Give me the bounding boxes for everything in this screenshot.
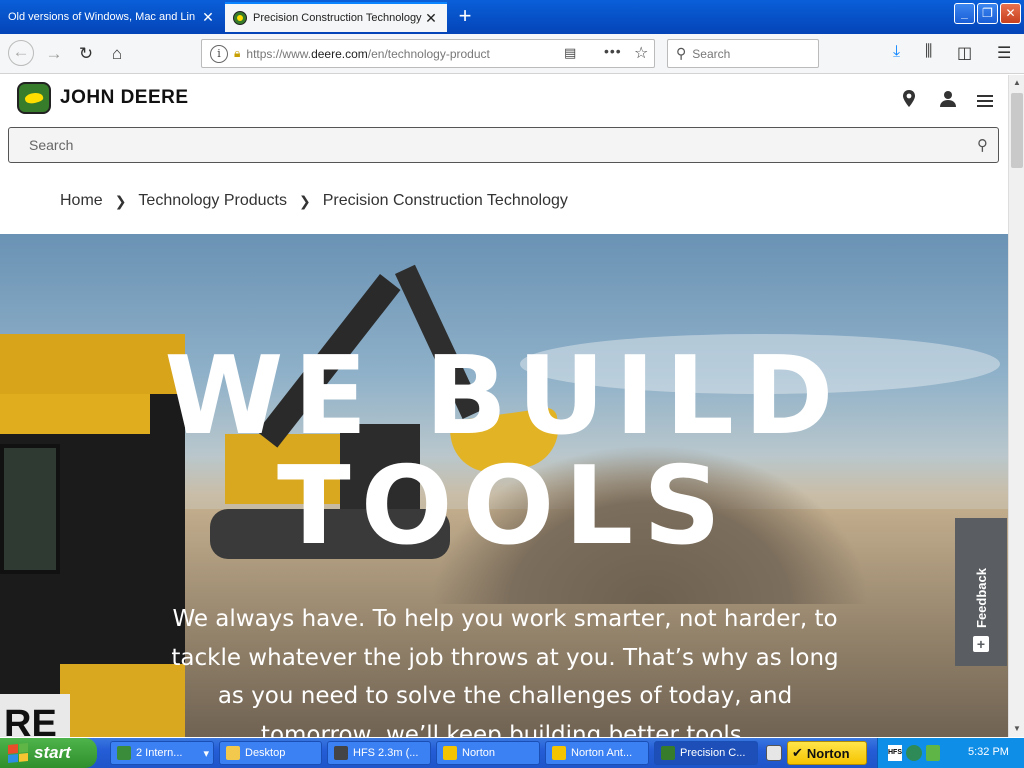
windows-taskbar: start 2 Intern... ▾ Desktop HFS 2.3m (..… — [0, 738, 1024, 768]
vertical-scrollbar[interactable]: ▲ ▼ — [1008, 75, 1024, 737]
close-tab-icon[interactable]: ✕ — [200, 9, 216, 26]
sidebar-icon[interactable]: ◫ — [957, 43, 972, 63]
user-account-icon[interactable] — [938, 89, 958, 109]
brand-name[interactable]: JOHN DEERE — [60, 87, 189, 109]
back-button[interactable]: ← — [8, 40, 34, 66]
minimize-button[interactable]: _ — [954, 3, 975, 24]
tab-title: Precision Construction Technology — [253, 12, 422, 24]
navigation-toolbar: ← → ↻ ⌂ i 🔒︎ https://www.deere.com/en/te… — [0, 34, 1024, 74]
machine-decal: RE — [0, 694, 70, 737]
new-tab-button[interactable]: + — [452, 4, 478, 30]
site-search-placeholder: Search — [29, 137, 74, 153]
taskbar-item-precision[interactable]: Precision C... — [654, 741, 758, 765]
globe-icon — [117, 746, 131, 760]
search-icon: ⚲ — [676, 45, 687, 61]
windows-logo-icon — [8, 742, 28, 764]
breadcrumb-home[interactable]: Home — [60, 192, 103, 210]
hfs-icon — [334, 746, 348, 760]
taskbar-item-norton[interactable]: Norton — [436, 741, 540, 765]
scrollbar-thumb[interactable] — [1011, 93, 1023, 168]
tab-old-versions[interactable]: Old versions of Windows, Mac and Lin ✕ — [0, 2, 224, 32]
home-button[interactable]: ⌂ — [105, 42, 129, 66]
taskbar-item-hfs[interactable]: HFS 2.3m (... — [327, 741, 431, 765]
norton-icon — [552, 746, 566, 760]
page-actions-icon[interactable]: ••• — [604, 43, 622, 59]
breadcrumb: Home ❯ Technology Products ❯ Precision C… — [60, 189, 568, 213]
maximize-button[interactable]: ❐ — [977, 3, 998, 24]
hamburger-menu-icon[interactable] — [975, 91, 995, 111]
site-header: JOHN DEERE — [0, 75, 1008, 125]
web-page: JOHN DEERE Search ⚲ Home ❯ Technology Pr… — [0, 75, 1008, 737]
close-window-button[interactable]: ✕ — [1000, 3, 1021, 24]
tab-title: Old versions of Windows, Mac and Lin — [8, 11, 196, 23]
chevron-right-icon: ❯ — [298, 192, 311, 209]
search-icon[interactable]: ⚲ — [977, 136, 988, 154]
reload-button[interactable]: ↻ — [74, 42, 98, 66]
taskbar-item-desktop[interactable]: Desktop — [219, 741, 322, 765]
forward-button[interactable]: → — [42, 42, 66, 66]
keyboard-icon[interactable] — [766, 745, 782, 761]
browser-search-input[interactable]: ⚲ Search — [667, 39, 819, 68]
site-info-icon[interactable]: i — [210, 44, 228, 63]
feedback-label: Feedback — [973, 568, 989, 628]
library-icon[interactable]: ⫼ — [925, 43, 932, 61]
close-tab-icon[interactable]: ✕ — [423, 10, 439, 27]
url-text[interactable]: https://www.deere.com/en/technology-prod… — [246, 47, 531, 61]
breadcrumb-technology-products[interactable]: Technology Products — [138, 192, 287, 210]
plus-icon: + — [973, 636, 989, 652]
downloads-icon[interactable]: ⤓ — [893, 43, 900, 61]
hero-title-line-2: TOOLS — [277, 444, 731, 569]
reader-view-icon[interactable]: ▤ — [564, 45, 576, 61]
hfs-tray-icon[interactable]: HFS — [888, 745, 902, 761]
hero-title: WE BUILD TOOLS — [0, 342, 1008, 562]
menu-icon[interactable]: ☰ — [997, 43, 1011, 63]
firefox-icon — [661, 746, 675, 760]
breadcrumb-current-page: Precision Construction Technology — [322, 192, 568, 209]
lock-icon[interactable]: 🔒︎ — [234, 46, 240, 61]
norton-icon — [443, 746, 457, 760]
browser-tab-strip: Old versions of Windows, Mac and Lin ✕ P… — [0, 0, 1024, 34]
address-bar[interactable]: i 🔒︎ https://www.deere.com/en/technology… — [201, 39, 655, 68]
start-label: start — [34, 743, 71, 762]
scroll-up-arrow-icon[interactable]: ▲ — [1009, 75, 1024, 91]
john-deere-logo-icon[interactable] — [17, 82, 51, 114]
taskbar-item-norton-antivirus[interactable]: Norton Ant... — [545, 741, 649, 765]
chevron-down-icon: ▾ — [203, 747, 209, 760]
scroll-down-arrow-icon[interactable]: ▼ — [1009, 721, 1024, 737]
taskbar-item-internet-explorer[interactable]: 2 Intern... ▾ — [110, 741, 214, 765]
hero-title-line-1: WE BUILD — [164, 334, 844, 459]
tab-precision-construction[interactable]: Precision Construction Technology ✕ — [225, 2, 447, 32]
norton-toolbar-badge[interactable]: ✔ Norton — [787, 741, 867, 765]
hero-banner: RE WE BUILD TOOLS We always have. To hel… — [0, 234, 1008, 737]
feedback-button[interactable]: Feedback + — [955, 518, 1007, 666]
hero-subtitle: We always have. To help you work smarter… — [171, 606, 839, 737]
john-deere-favicon-icon — [233, 11, 247, 25]
folder-icon — [226, 746, 240, 760]
norton-check-icon: ✔ — [792, 745, 803, 760]
site-search-input[interactable]: Search ⚲ — [8, 127, 999, 163]
search-placeholder: Search — [692, 46, 731, 61]
chevron-right-icon: ❯ — [114, 192, 127, 209]
location-pin-icon[interactable] — [899, 89, 919, 109]
start-button[interactable]: start — [0, 738, 97, 768]
network-globe-icon[interactable] — [906, 745, 922, 761]
bookmark-star-icon[interactable]: ☆ — [634, 43, 648, 63]
taskbar-clock[interactable]: 5:32 PM — [968, 746, 1009, 758]
system-tray: HFS 5:32 PM — [877, 738, 1024, 768]
security-shield-icon[interactable] — [926, 745, 940, 761]
